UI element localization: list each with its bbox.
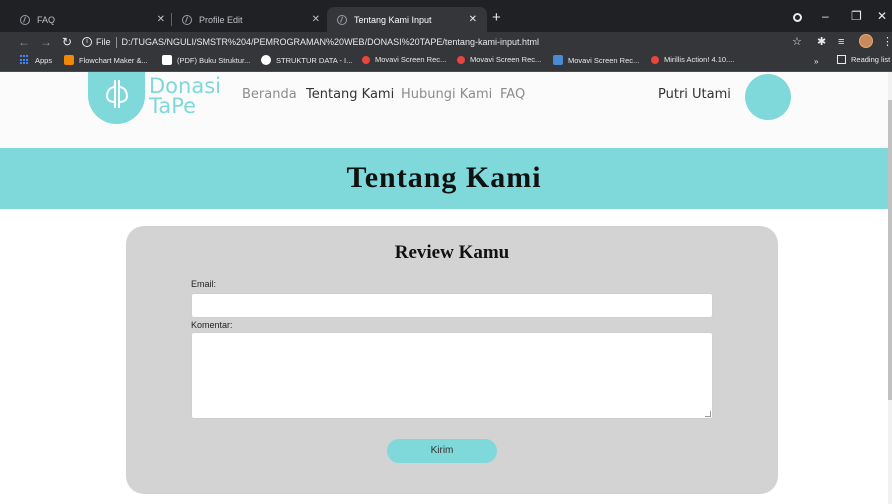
bookmark-label: Movavi Screen Rec...	[375, 55, 447, 64]
site-header: Donasi TaPe Beranda Tentang Kami Hubungi…	[0, 72, 888, 148]
bookmark-flowchart[interactable]: Flowchart Maker &...	[64, 55, 148, 65]
bookmark-pdf-buku[interactable]: (PDF) Buku Struktur...	[162, 55, 250, 65]
globe-icon	[337, 14, 347, 25]
url-text[interactable]: D:/TUGAS/NGULI/SMSTR%204/PEMROGRAMAN%20W…	[122, 37, 539, 47]
close-tab-icon[interactable]: ✕	[157, 14, 165, 25]
movavi-icon	[457, 55, 465, 64]
bookmark-star-icon[interactable]: ☆	[792, 34, 802, 50]
close-tab-icon[interactable]: ✕	[312, 14, 320, 25]
web-page: Donasi TaPe Beranda Tentang Kami Hubungi…	[0, 72, 892, 504]
email-field[interactable]	[191, 293, 713, 318]
more-bookmarks-icon[interactable]: »	[814, 57, 818, 66]
brand-line-1: Donasi	[149, 74, 221, 98]
bookmark-mirillis[interactable]: Mirillis Action! 4.10....	[651, 55, 734, 64]
bookmark-label: Mirillis Action! 4.10....	[664, 55, 735, 64]
scrollbar-thumb[interactable]	[888, 100, 892, 400]
browser-tab-faq[interactable]: FAQ ✕	[10, 7, 175, 32]
comment-textarea[interactable]	[191, 332, 713, 419]
tab-title: FAQ	[37, 14, 56, 25]
apps-grid-icon	[20, 55, 30, 65]
review-form-card: Review Kamu Email: Komentar: Kirim	[126, 226, 778, 494]
bookmark-apps[interactable]: Apps	[20, 55, 52, 65]
menu-kebab-icon[interactable]: ⋮	[882, 34, 892, 50]
reading-list-label: Reading list	[851, 55, 891, 64]
bookmark-label: Apps	[35, 55, 53, 65]
submit-button[interactable]: Kirim	[387, 439, 497, 463]
reading-list-button[interactable]: Reading list	[837, 55, 890, 64]
bookmark-label: STRUKTUR DATA - I...	[276, 55, 353, 65]
bookmark-struktur-data[interactable]: STRUKTUR DATA - I...	[261, 55, 352, 65]
browser-toolbar: ← → ↻ i File D:/TUGAS/NGULI/SMSTR%204/PE…	[0, 32, 892, 52]
brand-logo-text[interactable]: Donasi TaPe	[149, 74, 221, 118]
forward-arrow-icon[interactable]: →	[40, 34, 52, 50]
google-icon	[261, 55, 271, 65]
academia-icon	[162, 55, 172, 65]
flowchart-icon	[64, 55, 74, 65]
bookmark-label: (PDF) Buku Struktur...	[177, 55, 251, 65]
resize-handle-icon[interactable]	[705, 411, 711, 417]
globe-icon	[182, 14, 192, 25]
movavi-alt-icon	[553, 55, 563, 65]
email-label: Email:	[191, 279, 217, 289]
close-window-icon[interactable]: ✕	[877, 8, 887, 24]
nav-faq[interactable]: FAQ	[500, 87, 525, 102]
movavi-icon	[362, 55, 370, 64]
browser-tab-tentang-kami-input[interactable]: Tentang Kami Input ✕	[327, 7, 487, 32]
brand-line-2: TaPe	[149, 94, 197, 118]
media-playlist-icon[interactable]: ≡	[838, 34, 844, 50]
mirillis-icon	[651, 55, 659, 64]
restore-window-icon[interactable]: ❐	[851, 8, 862, 24]
browser-tab-strip: FAQ ✕ Profile Edit ✕ Tentang Kami Input …	[0, 0, 892, 32]
reading-list-icon	[837, 55, 846, 64]
bookmark-label: Movavi Screen Rec...	[470, 55, 542, 64]
nav-hubungi-kami[interactable]: Hubungi Kami	[401, 87, 492, 102]
info-icon[interactable]: i	[82, 37, 92, 47]
bookmark-movavi-2[interactable]: Movavi Screen Rec...	[457, 55, 541, 64]
nav-tentang-kami[interactable]: Tentang Kami	[306, 87, 394, 102]
user-name[interactable]: Putri Utami	[658, 87, 731, 102]
scheme-label: File	[96, 37, 111, 47]
new-tab-button[interactable]: +	[492, 10, 501, 25]
tab-title: Profile Edit	[199, 14, 243, 25]
record-icon[interactable]	[793, 13, 802, 22]
globe-icon	[20, 14, 30, 25]
tab-title: Tentang Kami Input	[354, 14, 432, 25]
bookmark-label: Movavi Screen Rec...	[568, 55, 640, 65]
back-arrow-icon[interactable]: ←	[18, 34, 30, 50]
logo-glyph-icon	[105, 80, 129, 108]
bookmark-movavi-3[interactable]: Movavi Screen Rec...	[553, 55, 639, 65]
comment-label: Komentar:	[191, 320, 233, 330]
close-tab-icon[interactable]: ✕	[469, 14, 477, 25]
bookmark-label: Flowchart Maker &...	[79, 55, 148, 65]
bookmark-movavi-1[interactable]: Movavi Screen Rec...	[362, 55, 446, 64]
address-bar[interactable]: i File D:/TUGAS/NGULI/SMSTR%204/PEMROGRA…	[82, 33, 782, 51]
reload-icon[interactable]: ↻	[62, 34, 72, 50]
review-form-title: Review Kamu	[394, 242, 510, 263]
hero-banner: Tentang Kami	[0, 148, 888, 209]
browser-tab-profile-edit[interactable]: Profile Edit ✕	[172, 7, 330, 32]
extensions-puzzle-icon[interactable]: ✱	[817, 34, 826, 50]
logo-mark[interactable]	[88, 72, 145, 124]
address-divider	[115, 36, 117, 48]
user-avatar[interactable]	[745, 74, 791, 120]
page-title: Tentang Kami	[346, 161, 542, 194]
bookmarks-bar: Apps Flowchart Maker &... (PDF) Buku Str…	[0, 52, 892, 72]
nav-beranda[interactable]: Beranda	[242, 87, 297, 102]
minimize-window-icon[interactable]: –	[822, 8, 829, 24]
profile-avatar-icon[interactable]	[859, 34, 873, 48]
